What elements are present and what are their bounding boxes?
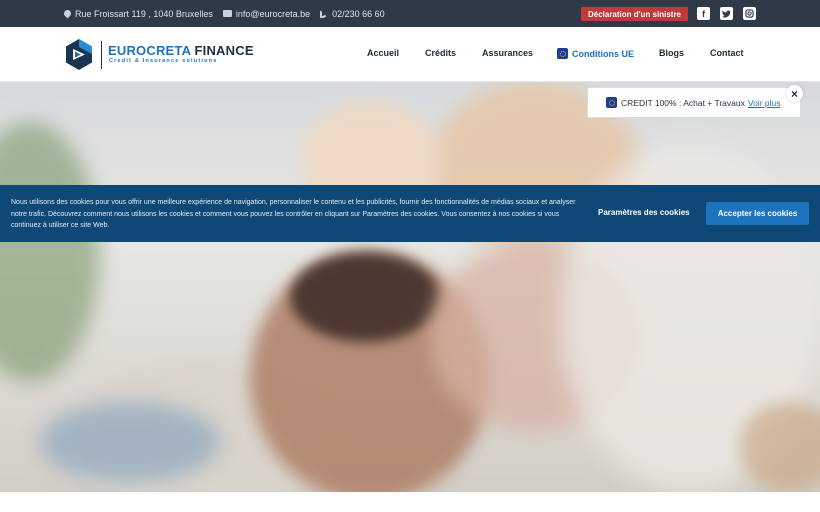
email-link[interactable]: info@eurocreta.be bbox=[236, 9, 310, 19]
phone-item[interactable]: 02/230 66 60 bbox=[320, 9, 385, 19]
page-bottom bbox=[0, 492, 820, 512]
nav-blogs[interactable]: Blogs bbox=[659, 48, 684, 58]
email-item[interactable]: info@eurocreta.be bbox=[222, 9, 310, 19]
nav-assurances[interactable]: Assurances bbox=[482, 48, 533, 58]
close-icon[interactable]: × bbox=[786, 85, 803, 102]
credit-notice-text: CREDIT 100% : Achat + Travaux bbox=[621, 97, 745, 108]
claim-declaration-button[interactable]: Déclaration d'un sinistre bbox=[581, 7, 688, 21]
brand-name-part1: EUROCRETA bbox=[108, 43, 191, 58]
logo-icon[interactable] bbox=[65, 38, 93, 71]
logo-divider bbox=[101, 41, 102, 69]
mail-icon bbox=[222, 10, 232, 17]
phone-icon bbox=[320, 9, 329, 18]
address-text: Rue Froissart 119 , 1040 Bruxelles bbox=[75, 8, 213, 19]
eu-flag-icon bbox=[557, 48, 568, 59]
nav-accueil[interactable]: Accueil bbox=[367, 48, 399, 58]
eu-flag-icon bbox=[606, 97, 617, 108]
top-bar: Rue Froissart 119 , 1040 Bruxelles info@… bbox=[0, 0, 820, 27]
cookie-text: Nous utilisons des cookies pour vous off… bbox=[11, 199, 576, 229]
address-item: Rue Froissart 119 , 1040 Bruxelles bbox=[62, 8, 213, 19]
brand-tagline: Credit & Insurance solutions bbox=[109, 58, 218, 64]
phone-link[interactable]: 02/230 66 60 bbox=[332, 9, 385, 19]
twitter-icon[interactable] bbox=[720, 7, 733, 20]
nav-conditions-ue[interactable]: Conditions UE bbox=[557, 48, 634, 59]
facebook-icon[interactable]: f bbox=[697, 7, 710, 20]
contact-info: Rue Froissart 119 , 1040 Bruxelles info@… bbox=[62, 0, 385, 27]
nav-contact[interactable]: Contact bbox=[710, 48, 744, 58]
credit-notice-link[interactable]: Voir plus bbox=[748, 98, 781, 108]
accept-cookies-button[interactable]: Accepter les cookies bbox=[706, 202, 809, 225]
map-pin-icon bbox=[62, 8, 73, 19]
instagram-icon[interactable] bbox=[743, 7, 756, 20]
nav-credits[interactable]: Crédits bbox=[425, 48, 456, 58]
credit-notice: CREDIT 100% : Achat + Travaux Voir plus bbox=[587, 87, 801, 118]
cookie-settings-button[interactable]: Paramètres des cookies bbox=[598, 208, 690, 217]
hero-image bbox=[0, 82, 820, 492]
brand-name-part2: FINANCE bbox=[190, 43, 254, 58]
nav-conditions-ue-label: Conditions UE bbox=[572, 49, 634, 59]
brand-name[interactable]: EUROCRETA FINANCE bbox=[108, 43, 254, 58]
